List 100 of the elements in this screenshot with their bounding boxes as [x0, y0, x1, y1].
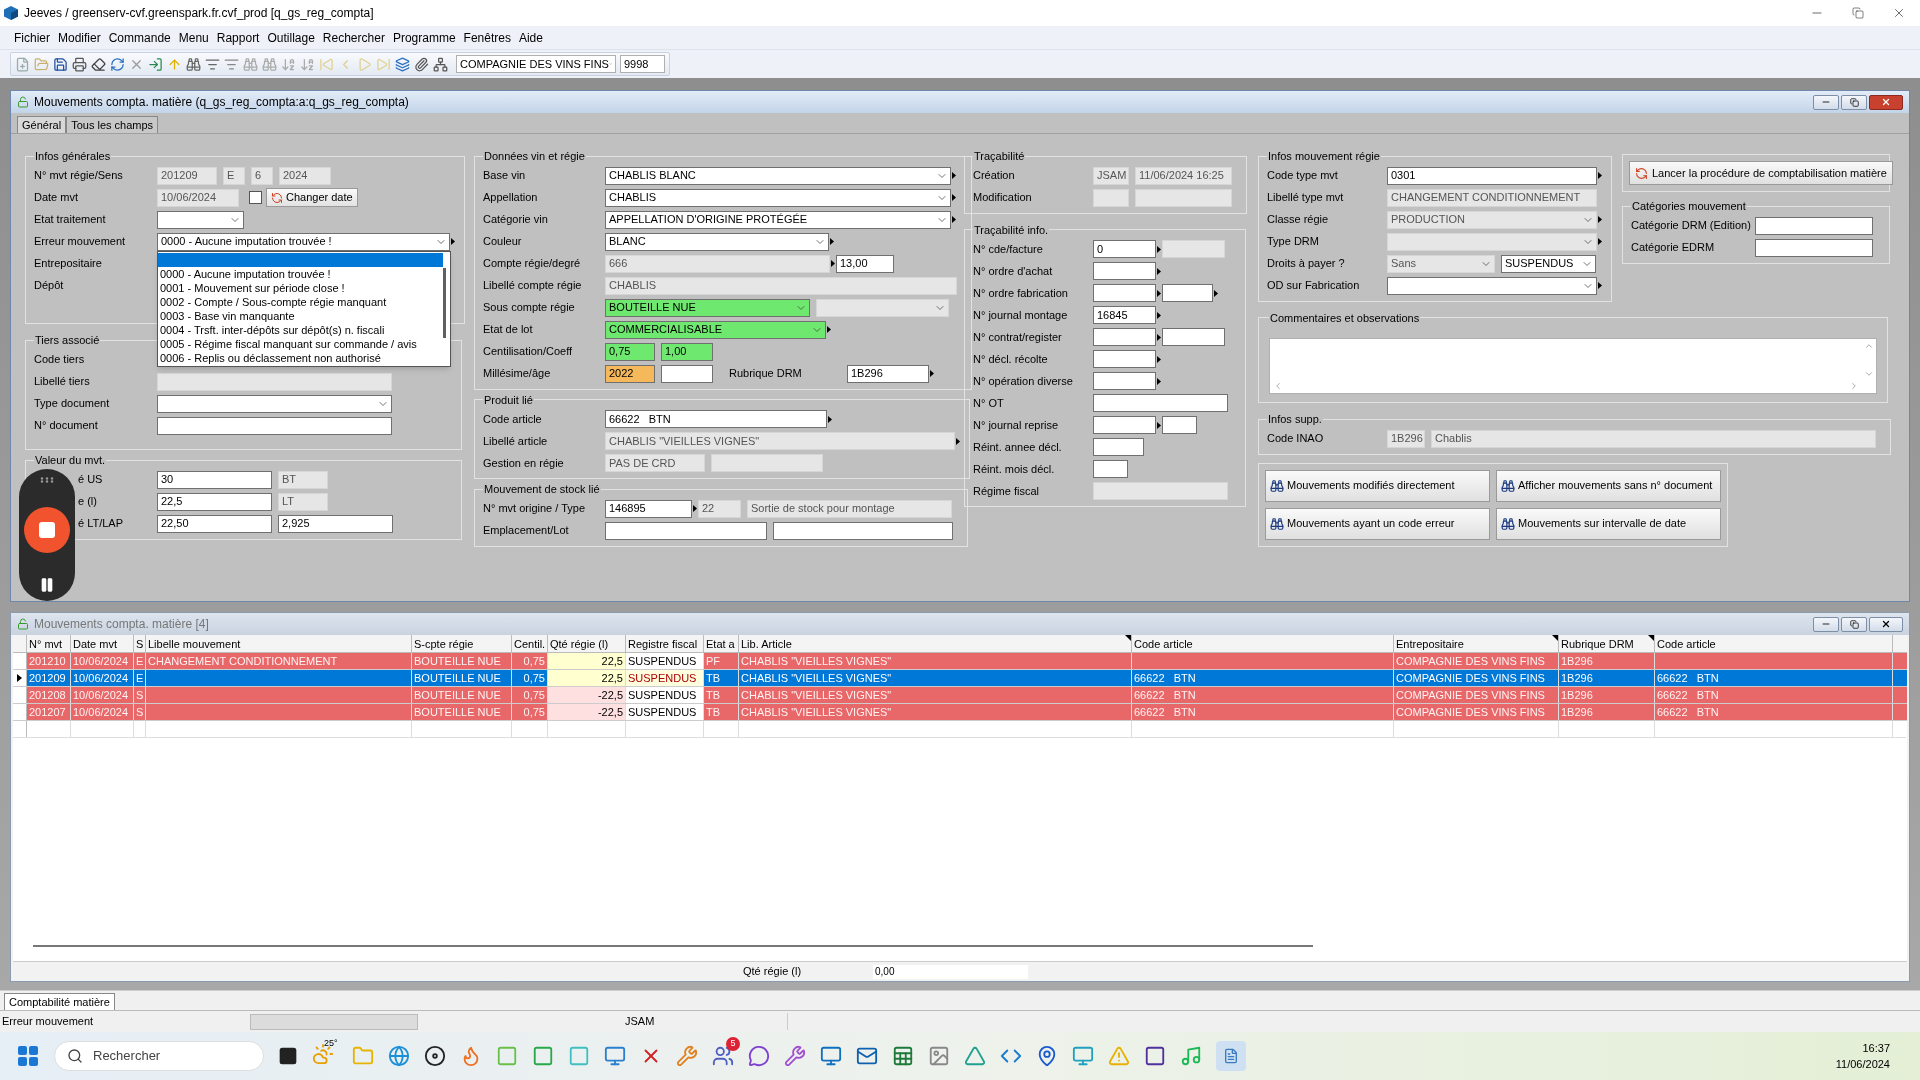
link-arrow-icon[interactable]: [952, 172, 956, 179]
text-field[interactable]: [1093, 372, 1162, 390]
tab[interactable]: Général: [17, 116, 67, 133]
dropdown-option[interactable]: 0003 - Base vin manquante: [158, 308, 443, 323]
pause-icon[interactable]: [39, 577, 55, 593]
search-button[interactable]: Mouvements ayant un code erreur: [1265, 507, 1490, 540]
link-arrow-icon[interactable]: [1157, 267, 1161, 275]
import-icon[interactable]: [148, 56, 163, 72]
monitor-icon[interactable]: [1072, 1045, 1094, 1067]
close-button[interactable]: [1869, 94, 1903, 110]
dropdown-option[interactable]: 0001 - Mouvement sur période close !: [158, 280, 443, 295]
tab[interactable]: Tous les champs: [66, 116, 159, 133]
text-field[interactable]: [1093, 350, 1162, 368]
dropdown-option[interactable]: 0005 - Régime fiscal manquant sur commande / avis: [158, 336, 443, 351]
text-field[interactable]: [1093, 328, 1162, 346]
link-arrow-icon[interactable]: [827, 326, 831, 333]
chat-app-icon[interactable]: [424, 1045, 446, 1067]
column-header[interactable]: S-cpte régie: [412, 635, 512, 652]
column-header[interactable]: Code article: [1132, 635, 1394, 652]
column-header[interactable]: Entrepositaire: [1394, 635, 1559, 652]
filter-list-icon[interactable]: [224, 56, 239, 72]
teams-icon[interactable]: [712, 1045, 734, 1067]
menu-item[interactable]: Menu: [178, 28, 209, 47]
chat-icon[interactable]: [748, 1045, 770, 1067]
link-arrow-icon[interactable]: [1157, 245, 1161, 253]
link-arrow-icon[interactable]: [451, 238, 455, 245]
dropdown-field[interactable]: [1387, 276, 1603, 295]
dropdown-option[interactable]: [158, 252, 443, 267]
company-dropdown[interactable]: COMPAGNIE DES VINS FINS: [456, 55, 616, 73]
minimize-button[interactable]: [1813, 616, 1839, 632]
link-arrow-icon[interactable]: [831, 260, 835, 267]
grip-icon[interactable]: [40, 477, 54, 483]
mail-icon[interactable]: [856, 1045, 878, 1067]
menu-item[interactable]: Outillage: [267, 28, 315, 47]
row-header-cell[interactable]: [13, 704, 27, 720]
column-header[interactable]: Lib. Article: [739, 635, 1132, 652]
triangle-app-icon[interactable]: [964, 1045, 986, 1067]
link-arrow-icon[interactable]: [952, 194, 956, 201]
spreadsheet-icon[interactable]: [892, 1045, 914, 1067]
search-icon[interactable]: [186, 56, 201, 72]
code-field[interactable]: 9998: [620, 55, 665, 73]
image-icon[interactable]: [928, 1045, 950, 1067]
remote-desktop-icon[interactable]: [604, 1045, 626, 1067]
cvf-app-icon[interactable]: [1216, 1041, 1246, 1071]
link-arrow-icon[interactable]: [1157, 311, 1161, 319]
text-field[interactable]: [1093, 262, 1162, 280]
link-arrow-icon[interactable]: [1157, 289, 1161, 297]
maximize-button[interactable]: [1841, 616, 1867, 632]
column-header[interactable]: Etat a: [704, 635, 739, 652]
screen-icon[interactable]: [820, 1045, 842, 1067]
search-button[interactable]: Afficher mouvements sans n° document: [1496, 469, 1721, 502]
link-arrow-icon[interactable]: [828, 415, 832, 423]
column-header[interactable]: Qté régie (l): [548, 635, 626, 652]
link-arrow-icon[interactable]: [1598, 172, 1602, 179]
column-header[interactable]: Date mvt: [71, 635, 134, 652]
link-arrow-icon[interactable]: [1598, 216, 1602, 223]
link-arrow-icon[interactable]: [1598, 282, 1602, 289]
link-arrow-icon[interactable]: [952, 216, 956, 223]
column-header[interactable]: Code article: [1655, 635, 1893, 652]
dropdown-option[interactable]: 0000 - Aucune imputation trouvée !: [158, 266, 443, 281]
dropdown-option[interactable]: 0002 - Compte / Sous-compte régie manquant: [158, 294, 443, 309]
stop-record-icon[interactable]: [24, 507, 70, 553]
menu-item[interactable]: Aide: [518, 28, 543, 47]
map-pin-icon[interactable]: [1036, 1045, 1058, 1067]
change-date-button[interactable]: Changer date: [266, 188, 358, 207]
link-arrow-icon[interactable]: [1157, 421, 1161, 429]
dropdown-option[interactable]: 0004 - Trsft. inter-dépôts sur dépôt(s) n. fiscali: [158, 322, 443, 337]
checkbox[interactable]: [249, 191, 262, 204]
menu-item[interactable]: Modifier: [58, 28, 101, 47]
text-field[interactable]: [1093, 416, 1162, 434]
document-tab[interactable]: Comptabilité matière: [4, 993, 115, 1010]
row-header-cell[interactable]: [13, 670, 27, 686]
menu-item[interactable]: Rechercher: [322, 28, 385, 47]
search-button[interactable]: Mouvements sur intervalle de date: [1496, 507, 1721, 540]
close-button[interactable]: [1869, 616, 1903, 632]
dropdown-field[interactable]: [1387, 232, 1603, 251]
link-arrow-icon[interactable]: [1214, 289, 1218, 297]
row-header-cell[interactable]: [13, 687, 27, 703]
text-field[interactable]: [1162, 284, 1219, 302]
eraser-icon[interactable]: [91, 56, 106, 72]
attachment-icon[interactable]: [414, 56, 429, 72]
search-button[interactable]: Mouvements modifiés directement: [1265, 469, 1490, 502]
save-icon[interactable]: [53, 56, 68, 72]
launch-procedure-button[interactable]: Lancer la procédure de comptabilisation matière: [1629, 161, 1893, 185]
column-header[interactable]: S: [134, 635, 146, 652]
dropdown-option[interactable]: 0006 - Replis ou déclassement non authorisé: [158, 350, 443, 365]
table-row[interactable]: 201208 10/06/2024 S BOUTEILLE NUE 0,75 -22,5 SUSPENDUS TB CHABLIS "VIEILLES VIGNES" 66622 BTN COMPAGNIE DES VINS FINS 1B296 66622 BTN: [13, 687, 1907, 704]
column-header[interactable]: Centil.: [512, 635, 548, 652]
link-arrow-icon[interactable]: [1157, 377, 1161, 385]
table-row[interactable]: 201207 10/06/2024 S BOUTEILLE NUE 0,75 -22,5 SUSPENDUS TB CHABLIS "VIEILLES VIGNES" 66622 BTN COMPAGNIE DES VINS FINS 1B296 66622 BTN: [13, 704, 1907, 721]
restore-button[interactable]: [1852, 7, 1864, 19]
link-arrow-icon[interactable]: [1157, 333, 1161, 341]
start-icon[interactable]: [16, 1044, 40, 1068]
table-row[interactable]: 201210 10/06/2024 E CHANGEMENT CONDITIONNEMENT BOUTEILLE NUE 0,75 22,5 SUSPENDUS PF CHABLIS "VIEILLES VIGNES" COMPAGNIE DES VINS FINS 1B296: [13, 653, 1907, 670]
text-field[interactable]: [1093, 284, 1162, 302]
maximize-button[interactable]: [1841, 94, 1867, 110]
menu-item[interactable]: Commande: [108, 28, 171, 47]
task-view-icon[interactable]: [278, 1046, 298, 1066]
row-header-cell[interactable]: [13, 653, 27, 669]
menu-item[interactable]: Programme: [392, 28, 456, 47]
